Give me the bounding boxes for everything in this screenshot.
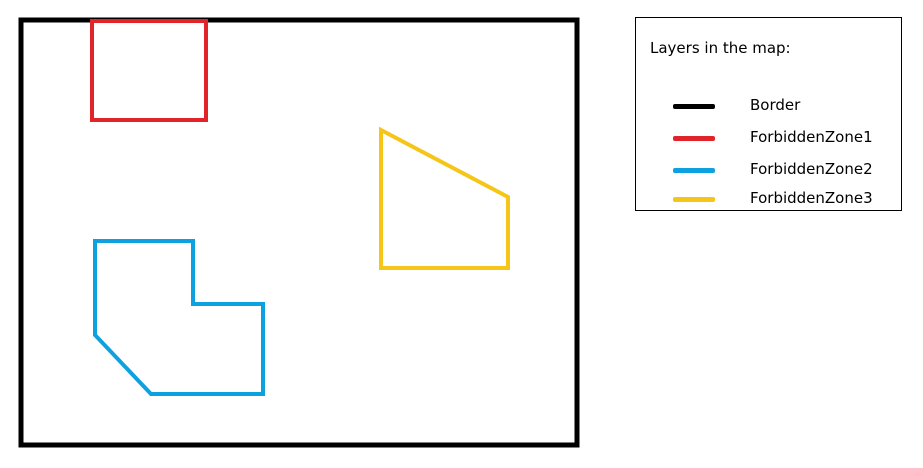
legend-title: Layers in the map: [650,39,791,57]
border-layer [18,17,580,448]
legend-box: Layers in the map: Border ForbiddenZone1… [635,17,902,211]
legend-label-forbidden-zone-2: ForbiddenZone2 [750,160,873,178]
legend-label-forbidden-zone-1: ForbiddenZone1 [750,128,873,146]
legend-swatch-border [673,104,715,109]
legend-item-forbidden-zone-2: ForbiddenZone2 [636,160,901,180]
legend-swatch-forbidden-zone-1 [673,136,715,141]
forbidden-zone-3 [379,126,510,270]
legend-label-forbidden-zone-3: ForbiddenZone3 [750,189,873,207]
legend-item-forbidden-zone-3: ForbiddenZone3 [636,189,901,209]
legend-label-border: Border [750,96,801,114]
legend-swatch-forbidden-zone-2 [673,168,715,173]
legend-item-border: Border [636,96,901,116]
forbidden-zone-2 [93,239,265,396]
forbidden-zone-1 [90,19,208,122]
legend-item-forbidden-zone-1: ForbiddenZone1 [636,128,901,148]
legend-swatch-forbidden-zone-3 [673,197,715,202]
